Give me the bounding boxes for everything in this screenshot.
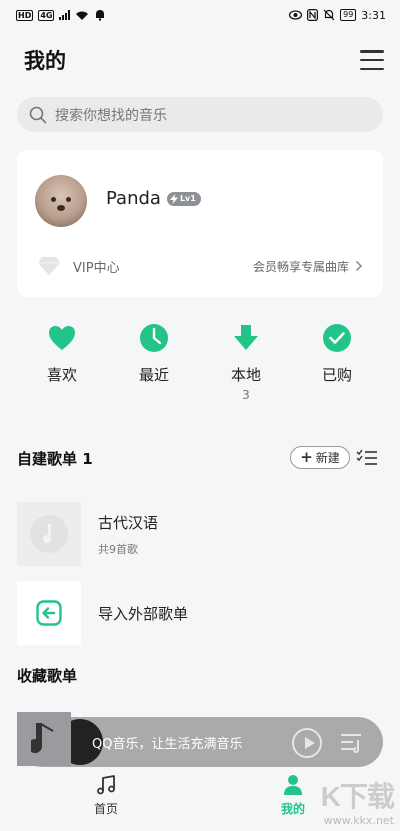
music-note-icon	[31, 723, 54, 754]
clock-icon	[140, 324, 168, 352]
vip-promo-text: 会员畅享专属曲库	[252, 259, 349, 274]
page-title: 我的	[24, 49, 66, 73]
status-left: HD 4G	[16, 9, 106, 21]
new-playlist-label: 新建	[315, 451, 340, 465]
mini-player-cover	[17, 712, 71, 766]
level-badge-label: Lv1	[179, 194, 196, 203]
music-note-icon	[97, 775, 115, 795]
play-icon[interactable]	[292, 728, 322, 758]
hamburger-menu-icon[interactable]	[360, 50, 384, 70]
playlist-item[interactable]: 古代汉语 共9首歌	[17, 502, 383, 566]
music-disc-icon	[30, 515, 68, 553]
tab-label: 首页	[93, 802, 118, 816]
import-icon	[36, 600, 62, 626]
profile-card[interactable]: Panda Lv1 VIP中心 会员畅享专属曲库	[17, 150, 383, 297]
search-bar[interactable]: 搜索你想找的音乐	[17, 97, 383, 132]
signal-icon	[59, 10, 71, 20]
manage-list-icon[interactable]	[356, 449, 378, 467]
network-type-badge: 4G	[38, 9, 55, 21]
notification-icon	[96, 10, 105, 21]
search-icon	[29, 106, 47, 123]
vip-row[interactable]: VIP中心 会员畅享专属曲库	[37, 255, 363, 277]
check-circle-icon	[323, 324, 351, 352]
quick-action-liked[interactable]: 喜欢	[32, 323, 92, 385]
new-playlist-button[interactable]: + 新建	[290, 446, 350, 469]
level-badge[interactable]: Lv1	[166, 191, 201, 206]
username-row: Panda Lv1	[106, 188, 201, 209]
quick-action-local[interactable]: 本地 3	[216, 323, 276, 402]
collected-playlists-title: 收藏歌单	[17, 667, 78, 685]
plus-icon: +	[300, 448, 313, 466]
watermark-url: www.kkx.net	[323, 814, 394, 827]
status-right: 99 3:31	[289, 9, 386, 22]
mute-bell-icon	[323, 9, 335, 21]
import-playlist-item[interactable]: 导入外部歌单	[17, 581, 383, 645]
status-bar: HD 4G 99 3:31	[0, 0, 400, 30]
tab-home[interactable]: 首页	[76, 774, 136, 817]
site-watermark: K下载 www.kkx.net	[300, 775, 400, 831]
hd-badge: HD	[16, 9, 34, 21]
nfc-icon	[307, 9, 319, 21]
avatar[interactable]	[35, 175, 87, 227]
playlist-cover	[17, 502, 81, 566]
quick-action-recent[interactable]: 最近	[124, 323, 184, 385]
watermark-logo: K下载	[320, 781, 395, 812]
battery-icon: 99	[340, 9, 357, 21]
quick-action-purchased[interactable]: 已购	[307, 323, 367, 385]
search-placeholder: 搜索你想找的音乐	[55, 107, 167, 124]
page-header: 我的	[0, 40, 400, 80]
import-playlist-label: 导入外部歌单	[98, 604, 189, 623]
import-cover	[17, 581, 81, 645]
playlist-title: 古代汉语	[98, 513, 159, 532]
username: Panda	[106, 188, 161, 209]
heart-icon	[49, 326, 75, 350]
quick-action-label: 已购	[321, 366, 352, 384]
battery-level: 99	[343, 10, 354, 19]
playlist-song-count: 共9首歌	[98, 542, 138, 556]
mini-player[interactable]: QQ音乐，让生活充满音乐	[17, 712, 383, 767]
diamond-icon	[38, 257, 60, 275]
lightning-icon	[169, 193, 178, 204]
status-time: 3:31	[361, 8, 386, 22]
eye-icon	[289, 10, 303, 20]
chevron-right-icon	[355, 260, 363, 272]
quick-action-label: 本地	[230, 366, 261, 384]
quick-action-label: 喜欢	[46, 366, 77, 384]
quick-action-label: 最近	[138, 366, 169, 384]
mini-player-track: QQ音乐，让生活充满音乐	[92, 736, 243, 752]
local-count: 3	[242, 388, 250, 402]
download-icon	[234, 325, 258, 350]
vip-label: VIP中心	[73, 260, 120, 276]
playlist-queue-icon[interactable]	[339, 731, 363, 753]
my-playlists-title: 自建歌单 1	[17, 450, 93, 468]
vip-center[interactable]: VIP中心	[37, 256, 120, 276]
wifi-icon	[76, 11, 89, 20]
vip-promo-link[interactable]: 会员畅享专属曲库	[253, 258, 363, 275]
